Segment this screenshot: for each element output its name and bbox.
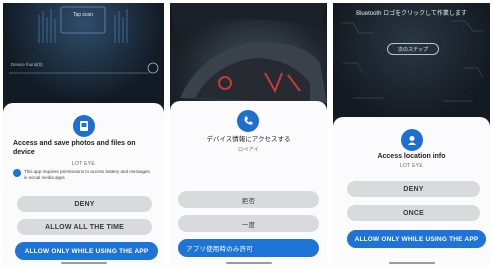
- next-step-button[interactable]: 次のステップ: [387, 43, 439, 55]
- app-name-label: LOT EYE: [399, 163, 424, 169]
- screen-location-permission: Bluetooth ロゴをクリックして作業します 次のステップ Access l…: [333, 3, 490, 267]
- allow-while-using-button[interactable]: アプリ使用時のみ許可: [178, 239, 319, 257]
- phone-icon: [237, 110, 259, 132]
- info-icon: [13, 169, 21, 177]
- once-button-label: 一度: [241, 221, 256, 229]
- next-step-label: 次のステップ: [397, 46, 428, 53]
- permission-title: デバイス情報にアクセスする: [206, 136, 291, 143]
- allow-while-using-label: ALLOW ONLY WHILE USING THE APP: [24, 247, 149, 255]
- allow-while-using-button[interactable]: ALLOW ONLY WHILE USING THE APP: [15, 242, 158, 260]
- home-indicator[interactable]: [60, 262, 107, 264]
- permission-dialog: Access location info LOT EYE DENY ONCE A…: [333, 117, 490, 267]
- deny-button-label: 拒否: [241, 197, 256, 205]
- allow-while-using-label: アプリ使用時のみ許可: [186, 246, 253, 253]
- deny-button[interactable]: DENY: [17, 196, 152, 212]
- photo-icon: [73, 115, 95, 137]
- bluetooth-instruction: Bluetooth ロゴをクリックして作業します: [356, 11, 467, 17]
- location-icon: [401, 129, 423, 151]
- deny-button[interactable]: 拒否: [178, 191, 319, 208]
- once-button[interactable]: ONCE: [347, 205, 480, 221]
- home-indicator[interactable]: [388, 262, 435, 264]
- allow-while-using-button[interactable]: ALLOW ONLY WHILE USING THE APP: [347, 230, 486, 248]
- circuit-graphic: [341, 20, 484, 102]
- deny-button[interactable]: DENY: [347, 181, 480, 197]
- once-button[interactable]: 一度: [178, 215, 319, 232]
- deny-button-label: DENY: [74, 200, 95, 208]
- screen-device-info-permission: デバイス情報にアクセスする ロペアイ 拒否 一度 アプリ使用時のみ許可: [170, 3, 327, 267]
- once-button-label: ONCE: [402, 209, 425, 217]
- allow-while-using-label: ALLOW ONLY WHILE USING THE APP: [354, 235, 479, 243]
- deny-button-label: DENY: [403, 185, 424, 193]
- scanner-graphic: [9, 6, 159, 74]
- permission-dialog: デバイス情報にアクセスする ロペアイ 拒否 一度 アプリ使用時のみ許可: [170, 101, 327, 267]
- permission-info-text: This app requires permissions to access …: [24, 169, 150, 180]
- app-name-label: LOT EYE: [71, 161, 96, 167]
- permission-title: Access location info: [377, 153, 446, 160]
- allow-all-time-button[interactable]: ALLOW ALL THE TIME: [17, 219, 152, 235]
- tap-scan-label[interactable]: Tap scan: [61, 12, 105, 18]
- home-indicator[interactable]: [225, 262, 272, 264]
- screen-photo-permission: Tap scan Device found(0) Access and save…: [3, 3, 164, 267]
- permission-title: Access and save photos and files on devi…: [13, 140, 136, 156]
- product-photo: [170, 3, 327, 103]
- app-name-label: ロペアイ: [238, 147, 259, 153]
- permission-dialog: Access and save photos and files on devi…: [3, 103, 164, 267]
- device-found-label: Device found(0): [11, 62, 43, 67]
- allow-all-time-label: ALLOW ALL THE TIME: [44, 223, 125, 231]
